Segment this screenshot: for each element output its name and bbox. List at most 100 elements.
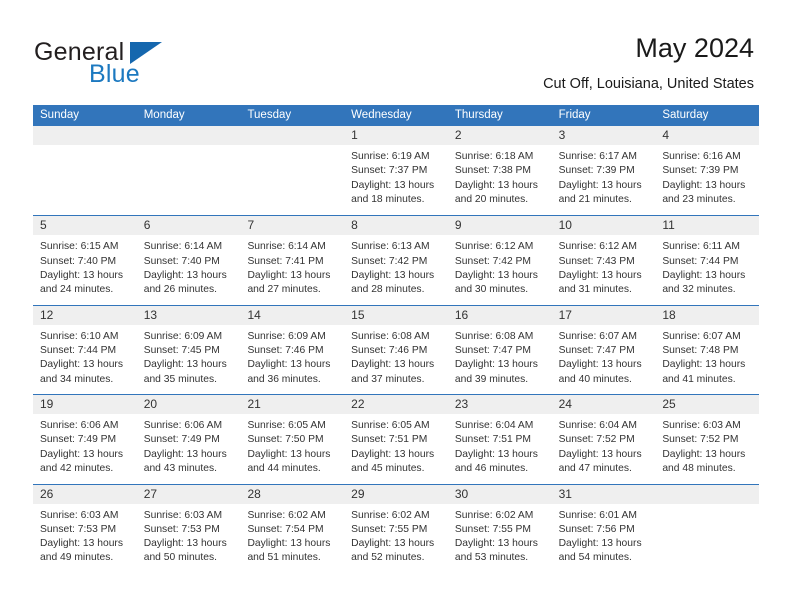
daylight-text: Daylight: 13 hours and 39 minutes. [454,359,538,385]
day-cell[interactable]: 26 Sunrise: 6:03 AM Sunset: 7:53 PM Dayl… [33,484,137,573]
day-details: Sunrise: 6:01 AM Sunset: 7:56 PM Dayligh… [552,504,656,566]
daylight-text: Daylight: 13 hours and 42 minutes. [40,448,123,475]
day-cell[interactable]: 5 Sunrise: 6:15 AM Sunset: 7:40 PM Dayli… [33,216,137,305]
day-cell[interactable]: 22 Sunrise: 6:05 AM Sunset: 7:51 PM Dayl… [344,395,448,484]
sunrise-text: Sunrise: 6:14 AM [247,241,326,253]
sunrise-text: Sunrise: 6:06 AM [40,420,119,432]
daylight-text: Daylight: 13 hours and 37 minutes. [351,359,435,385]
day-number: 20 [136,395,241,415]
day-cell[interactable]: 18 Sunrise: 6:07 AM Sunset: 7:48 PM Dayl… [655,305,760,395]
day-cell[interactable]: 4 Sunrise: 6:16 AM Sunset: 7:39 PM Dayli… [655,126,760,216]
week-row: 5 Sunrise: 6:15 AM Sunset: 7:40 PM Dayli… [33,215,760,305]
sunset-text: Sunset: 7:40 PM [143,255,220,267]
daylight-text: Daylight: 13 hours and 54 minutes. [558,538,642,564]
day-number [240,126,345,145]
general-blue-logo[interactable]: General Blue [34,38,234,90]
day-cell[interactable]: 11 Sunrise: 6:11 AM Sunset: 7:44 PM Dayl… [655,216,760,305]
location-subtitle: Cut Off, Louisiana, United States [543,76,754,92]
day-cell[interactable]: 13 Sunrise: 6:09 AM Sunset: 7:45 PM Dayl… [136,305,241,395]
day-number: 29 [344,484,448,504]
day-number: 14 [240,305,345,325]
sunrise-text: Sunrise: 6:02 AM [454,509,534,521]
day-cell[interactable]: 15 Sunrise: 6:08 AM Sunset: 7:46 PM Dayl… [344,305,448,395]
weekday-wednesday: Wednesday [351,109,412,121]
day-cell[interactable]: 29 Sunrise: 6:02 AM Sunset: 7:55 PM Dayl… [344,484,448,573]
day-cell[interactable]: 6 Sunrise: 6:14 AM Sunset: 7:40 PM Dayli… [136,216,241,305]
day-number: 24 [551,395,656,415]
sunset-text: Sunset: 7:55 PM [454,523,532,535]
day-cell[interactable]: 31 Sunrise: 6:01 AM Sunset: 7:56 PM Dayl… [551,484,656,573]
sunrise-text: Sunrise: 6:09 AM [247,330,326,342]
sunset-text: Sunset: 7:46 PM [351,345,428,357]
daylight-text: Daylight: 13 hours and 49 minutes. [40,538,123,564]
sunset-text: Sunset: 7:44 PM [40,345,117,357]
day-details: Sunrise: 6:08 AM Sunset: 7:47 PM Dayligh… [448,325,552,387]
daylight-text: Daylight: 13 hours and 31 minutes. [558,269,642,296]
sunrise-text: Sunrise: 6:12 AM [558,241,638,253]
day-cell[interactable]: 10 Sunrise: 6:12 AM Sunset: 7:43 PM Dayl… [551,216,656,305]
sunrise-text: Sunrise: 6:06 AM [143,420,223,432]
sunrise-text: Sunrise: 6:08 AM [454,330,534,342]
daylight-text: Daylight: 13 hours and 48 minutes. [662,448,746,475]
sunrise-text: Sunrise: 6:07 AM [558,330,638,342]
day-cell[interactable]: 17 Sunrise: 6:07 AM Sunset: 7:47 PM Dayl… [551,305,656,395]
daylight-text: Daylight: 13 hours and 45 minutes. [351,448,435,475]
sunset-text: Sunset: 7:40 PM [40,255,117,267]
day-cell [33,126,137,216]
day-number [33,126,137,145]
day-number: 4 [655,126,760,145]
sunset-text: Sunset: 7:38 PM [454,165,532,177]
sunset-text: Sunset: 7:54 PM [247,523,324,535]
day-number: 7 [240,216,345,236]
day-cell[interactable]: 24 Sunrise: 6:04 AM Sunset: 7:52 PM Dayl… [551,395,656,484]
sunset-text: Sunset: 7:42 PM [454,255,532,267]
day-cell [240,126,345,216]
day-number: 8 [344,216,448,236]
sunset-text: Sunset: 7:46 PM [247,345,324,357]
day-cell[interactable]: 21 Sunrise: 6:05 AM Sunset: 7:50 PM Dayl… [240,395,345,484]
daylight-text: Daylight: 13 hours and 23 minutes. [662,179,746,205]
weekday-header-row: Sunday Monday Tuesday Wednesday Thursday… [33,105,759,126]
day-details: Sunrise: 6:05 AM Sunset: 7:51 PM Dayligh… [344,414,448,476]
day-number: 16 [447,305,552,325]
sunset-text: Sunset: 7:42 PM [351,255,428,267]
day-details [240,145,344,150]
sunrise-text: Sunrise: 6:01 AM [558,509,638,521]
day-number: 11 [655,216,760,236]
weekday-thursday: Thursday [454,109,503,121]
daylight-text: Daylight: 13 hours and 18 minutes. [351,179,435,205]
day-cell[interactable]: 25 Sunrise: 6:03 AM Sunset: 7:52 PM Dayl… [655,395,760,484]
day-number: 17 [551,305,656,325]
sunset-text: Sunset: 7:53 PM [40,523,117,535]
day-number: 6 [136,216,241,236]
day-cell[interactable]: 9 Sunrise: 6:12 AM Sunset: 7:42 PM Dayli… [447,216,552,305]
page-title: May 2024 [635,33,754,63]
daylight-text: Daylight: 13 hours and 52 minutes. [351,538,435,564]
day-cell[interactable]: 7 Sunrise: 6:14 AM Sunset: 7:41 PM Dayli… [240,216,345,305]
day-cell[interactable]: 20 Sunrise: 6:06 AM Sunset: 7:49 PM Dayl… [136,395,241,484]
day-details: Sunrise: 6:19 AM Sunset: 7:37 PM Dayligh… [344,145,448,207]
day-cell[interactable]: 19 Sunrise: 6:06 AM Sunset: 7:49 PM Dayl… [33,395,137,484]
daylight-text: Daylight: 13 hours and 26 minutes. [143,269,227,296]
day-cell[interactable]: 30 Sunrise: 6:02 AM Sunset: 7:55 PM Dayl… [447,484,552,573]
daylight-text: Daylight: 13 hours and 43 minutes. [143,448,227,475]
day-cell[interactable]: 14 Sunrise: 6:09 AM Sunset: 7:46 PM Dayl… [240,305,345,395]
day-cell[interactable]: 23 Sunrise: 6:04 AM Sunset: 7:51 PM Dayl… [447,395,552,484]
day-details: Sunrise: 6:07 AM Sunset: 7:48 PM Dayligh… [655,325,759,387]
day-cell[interactable]: 12 Sunrise: 6:10 AM Sunset: 7:44 PM Dayl… [33,305,137,395]
day-cell[interactable]: 28 Sunrise: 6:02 AM Sunset: 7:54 PM Dayl… [240,484,345,573]
daylight-text: Daylight: 13 hours and 24 minutes. [40,269,123,296]
sunrise-text: Sunrise: 6:15 AM [40,241,119,253]
sunset-text: Sunset: 7:50 PM [247,434,324,446]
day-cell[interactable]: 8 Sunrise: 6:13 AM Sunset: 7:42 PM Dayli… [344,216,448,305]
day-cell[interactable]: 1 Sunrise: 6:19 AM Sunset: 7:37 PM Dayli… [344,126,448,216]
sunrise-text: Sunrise: 6:04 AM [558,420,638,432]
day-details: Sunrise: 6:14 AM Sunset: 7:41 PM Dayligh… [240,235,344,297]
day-cell[interactable]: 3 Sunrise: 6:17 AM Sunset: 7:39 PM Dayli… [551,126,656,216]
day-cell[interactable]: 27 Sunrise: 6:03 AM Sunset: 7:53 PM Dayl… [136,484,241,573]
day-details: Sunrise: 6:04 AM Sunset: 7:51 PM Dayligh… [448,414,552,476]
day-cell[interactable]: 16 Sunrise: 6:08 AM Sunset: 7:47 PM Dayl… [447,305,552,395]
sunrise-text: Sunrise: 6:02 AM [351,509,430,521]
weekday-sunday: Sunday [40,109,80,121]
day-cell[interactable]: 2 Sunrise: 6:18 AM Sunset: 7:38 PM Dayli… [447,126,552,216]
